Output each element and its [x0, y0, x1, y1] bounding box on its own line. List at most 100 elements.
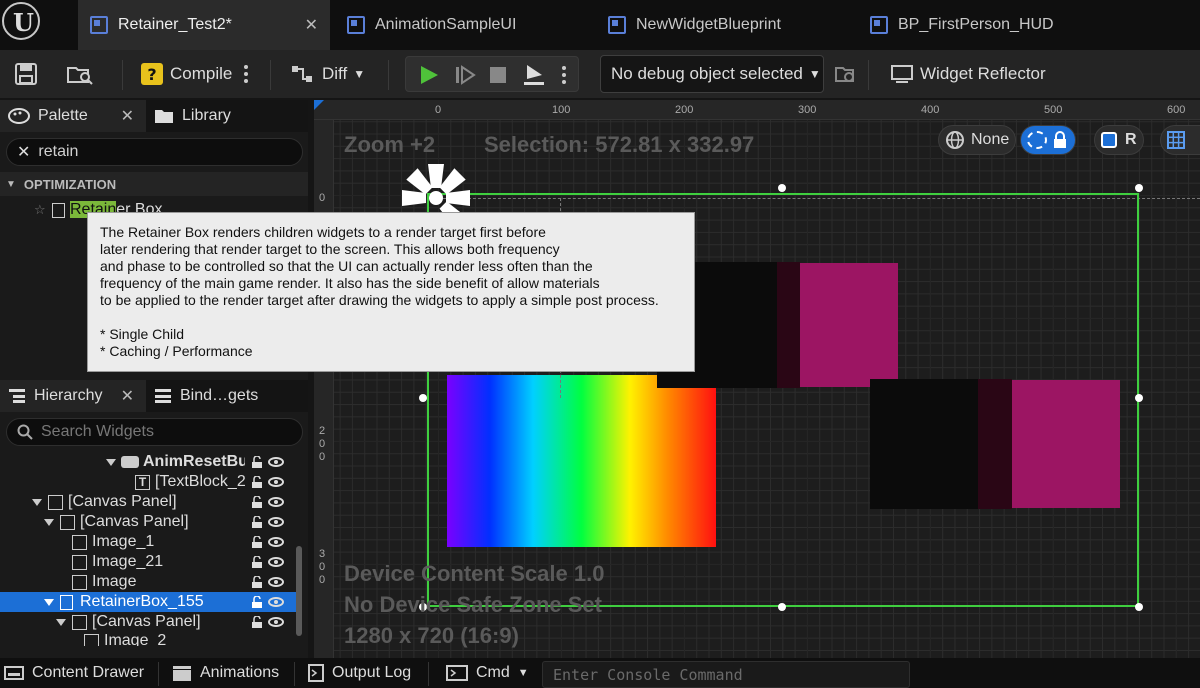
hierarchy-tab-strip: Hierarchy ✕ Bind…gets — [0, 380, 308, 412]
hierarchy-scrollbar[interactable] — [296, 546, 302, 636]
unlock-icon[interactable] — [251, 516, 263, 528]
resize-handle[interactable] — [1135, 394, 1143, 402]
grid-icon — [1167, 131, 1185, 149]
output-log-label: Output Log — [332, 664, 412, 681]
diff-button[interactable]: Diff ▼ — [290, 50, 365, 98]
visibility-eye-icon[interactable] — [268, 537, 284, 547]
tree-row-canvas-panel[interactable]: [Canvas Panel] — [0, 492, 296, 512]
respect-locks-chip[interactable]: R — [1094, 125, 1144, 155]
visibility-eye-icon[interactable] — [268, 617, 284, 627]
tree-row-retainerbox-155[interactable]: RetainerBox_155 — [0, 592, 296, 612]
play-controls — [405, 56, 579, 92]
visibility-eye-icon[interactable] — [268, 517, 284, 527]
step-icon[interactable] — [454, 64, 476, 86]
tree-row-canvas-panel[interactable]: [Canvas Panel] — [0, 612, 296, 632]
resize-handle[interactable] — [1135, 184, 1143, 192]
close-icon[interactable]: ✕ — [121, 386, 134, 406]
animations-button[interactable]: Animations — [172, 658, 279, 688]
tab-bindings[interactable]: Bind…gets — [146, 380, 308, 412]
tree-row-image[interactable]: Image — [0, 572, 296, 592]
ruler-tick-label: 0 — [319, 574, 326, 586]
button-widget-icon — [121, 456, 139, 468]
favorite-star-icon[interactable]: ☆ — [34, 202, 46, 218]
selection-lock-chip[interactable] — [1020, 125, 1076, 155]
unreal-logo-icon[interactable]: U — [2, 2, 40, 40]
stop-icon[interactable] — [488, 65, 508, 85]
resolution-label: 1280 x 720 (16:9) — [344, 623, 519, 648]
tree-row-textblock[interactable]: T [TextBlock_2 — [0, 472, 296, 492]
globe-icon — [946, 131, 964, 149]
visibility-eye-icon[interactable] — [268, 457, 284, 467]
tab-new-widget-blueprint[interactable]: NewWidgetBlueprint — [596, 0, 858, 50]
visibility-eye-icon[interactable] — [268, 557, 284, 567]
content-drawer-button[interactable]: Content Drawer — [4, 658, 144, 688]
unlock-icon[interactable] — [251, 576, 263, 588]
tab-palette[interactable]: Palette ✕ — [0, 100, 146, 132]
category-optimization[interactable]: ▼ OPTIMIZATION — [0, 172, 308, 196]
save-button[interactable] — [14, 50, 38, 98]
unlock-icon[interactable] — [251, 536, 263, 548]
ruler-tick-label: 500 — [1044, 104, 1063, 116]
play-icon[interactable] — [418, 64, 440, 86]
unlock-icon[interactable] — [251, 556, 263, 568]
debug-object-dropdown[interactable]: No debug object selected ▼ — [600, 55, 824, 93]
search-value: retain — [38, 143, 79, 160]
visibility-eye-icon[interactable] — [268, 597, 284, 607]
tab-library[interactable]: Library — [146, 100, 308, 132]
unlock-icon[interactable] — [251, 456, 263, 468]
visibility-eye-icon[interactable] — [268, 577, 284, 587]
tree-item-label: Image_21 — [92, 553, 164, 570]
resize-handle[interactable] — [419, 394, 427, 402]
tree-row-image-1[interactable]: Image_1 — [0, 532, 296, 552]
ruler-tick-label: 0 — [319, 192, 326, 204]
unlock-icon[interactable] — [251, 476, 263, 488]
search-widgets-input[interactable]: Search Widgets — [6, 418, 303, 446]
canvas-panel-icon — [60, 514, 75, 530]
resize-handle[interactable] — [778, 603, 786, 611]
tree-row-image-2[interactable]: Image_2 — [0, 632, 296, 646]
tree-row-animresetbut[interactable]: AnimResetBut — [0, 452, 296, 472]
play-options-icon[interactable] — [562, 66, 566, 84]
search-icon — [17, 424, 33, 440]
visibility-eye-icon[interactable] — [268, 497, 284, 507]
folder-search-icon — [835, 67, 854, 82]
eject-icon[interactable] — [522, 63, 546, 87]
zoom-level: Zoom +2 — [344, 132, 436, 157]
close-icon[interactable]: ✕ — [305, 15, 318, 35]
palette-search-input[interactable]: ✕ retain — [6, 138, 303, 166]
visibility-eye-icon[interactable] — [268, 477, 284, 487]
widget-blueprint-icon — [90, 16, 108, 34]
grid-snap-chip[interactable] — [1160, 125, 1200, 155]
tab-hierarchy[interactable]: Hierarchy ✕ — [0, 380, 146, 412]
resize-handle[interactable] — [1135, 603, 1143, 611]
designer-canvas[interactable]: 0 100 200 300 400 500 600 0 2 0 0 3 0 0 — [314, 100, 1200, 658]
tree-row-image-21[interactable]: Image_21 — [0, 552, 296, 572]
image-widget-icon — [72, 534, 87, 550]
tab-retainer-test2[interactable]: Retainer_Test2* ✕ — [78, 0, 330, 50]
compile-button[interactable]: ? Compile — [140, 50, 232, 98]
ruler-tick-label: 300 — [798, 104, 817, 116]
localization-preview-chip[interactable]: None — [938, 125, 1017, 155]
ruler-tick-label: 600 — [1167, 104, 1186, 116]
output-log-button[interactable]: Output Log — [308, 658, 411, 688]
tab-bp-firstperson-hud[interactable]: BP_FirstPerson_HUD — [858, 0, 1200, 50]
unlock-icon[interactable] — [251, 496, 263, 508]
close-icon[interactable]: ✕ — [121, 106, 134, 126]
unlock-icon[interactable] — [251, 616, 263, 628]
cmd-dropdown[interactable]: Cmd ▼ — [446, 658, 529, 688]
diff-icon — [292, 66, 312, 82]
tab-label: BP_FirstPerson_HUD — [898, 16, 1054, 33]
unlock-icon[interactable] — [251, 596, 263, 608]
toolbar-separator — [270, 60, 271, 90]
selection-size: Selection: 572.81 x 332.97 — [484, 132, 755, 157]
tab-animation-sample-ui[interactable]: AnimationSampleUI — [335, 0, 585, 50]
widget-reflector-button[interactable]: Widget Reflector — [890, 50, 1046, 98]
browse-button[interactable] — [66, 50, 94, 98]
resize-handle[interactable] — [778, 184, 786, 192]
image-widget-icon — [72, 554, 87, 570]
console-command-input[interactable]: Enter Console Command — [542, 661, 910, 688]
tree-row-canvas-panel[interactable]: [Canvas Panel] — [0, 512, 296, 532]
compile-options-button[interactable] — [244, 50, 248, 98]
clear-search-icon[interactable]: ✕ — [17, 142, 30, 162]
find-debug-object-button[interactable] — [834, 50, 856, 98]
